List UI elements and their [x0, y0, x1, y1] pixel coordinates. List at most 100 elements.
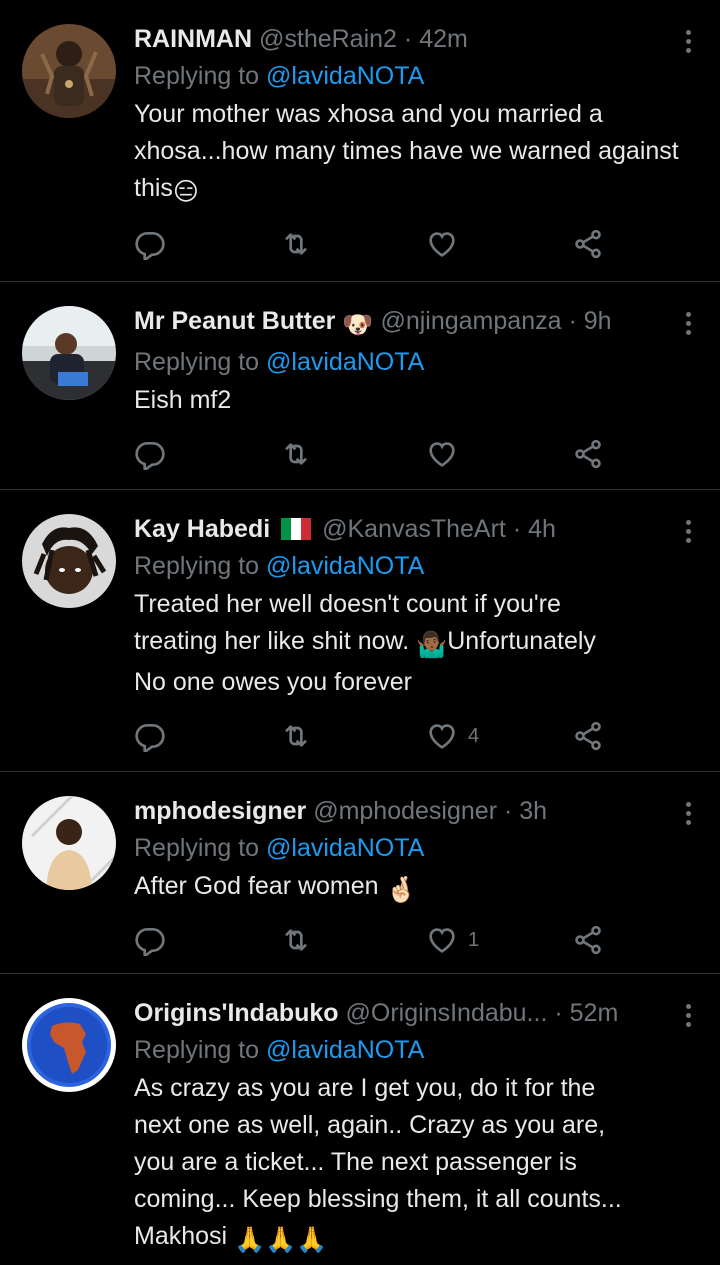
like-count: 1 — [468, 928, 480, 951]
timestamp[interactable]: 9h — [584, 307, 612, 335]
mention-link[interactable]: @lavidaNOTA — [266, 62, 424, 90]
display-name[interactable]: Kay Habedi — [134, 515, 270, 543]
avatar-car-icon — [22, 306, 116, 400]
user-handle[interactable]: @njingampanza — [380, 307, 561, 335]
more-options-icon[interactable] — [684, 312, 692, 336]
more-options-icon[interactable] — [684, 1004, 692, 1028]
timestamp[interactable]: 52m — [570, 999, 619, 1027]
reply-button[interactable] — [134, 434, 166, 474]
mention-link[interactable]: @lavidaNOTA — [266, 348, 424, 376]
italy-flag-icon — [281, 518, 312, 540]
more-options-icon[interactable] — [684, 30, 692, 54]
reply-icon — [134, 720, 166, 752]
display-name[interactable]: Mr Peanut Butter — [134, 307, 335, 335]
share-button[interactable] — [572, 920, 604, 960]
tweet-text: Eish mf2 — [134, 386, 232, 414]
mention-link[interactable]: @lavidaNOTA — [266, 834, 424, 862]
shrug-emoji: 🤷🏾‍♂️ — [416, 631, 448, 659]
tweet-text-line: next one as well, again.. Crazy as you a… — [134, 1111, 606, 1139]
retweet-icon — [280, 720, 312, 752]
timestamp[interactable]: 4h — [528, 515, 556, 543]
heart-icon — [426, 924, 458, 956]
replying-prefix: Replying to — [134, 834, 260, 862]
separator-dot: · — [554, 999, 563, 1027]
reply-icon — [134, 924, 166, 956]
tweet-actions — [134, 434, 614, 474]
heart-icon — [426, 228, 458, 260]
tweet-text: Your mother was xhosa and you married a … — [134, 96, 680, 211]
avatar[interactable] — [22, 998, 116, 1092]
tweet-text-content: Your mother was xhosa and you married a … — [134, 100, 679, 202]
tweet-text-fragment: Makhosi — [134, 1222, 235, 1250]
tweet-text: As crazy as you are I get you, do it for… — [134, 1070, 680, 1259]
tweet-text-line: you are a ticket... The next passenger i… — [134, 1148, 577, 1176]
reply-button[interactable] — [134, 716, 166, 756]
reply-button[interactable] — [134, 224, 166, 264]
avatar[interactable] — [22, 24, 116, 118]
user-handle[interactable]: @stheRain2 — [259, 25, 397, 53]
timestamp[interactable]: 42m — [419, 25, 468, 53]
tweet[interactable]: mphodesigner @mphodesigner · 3h Replying… — [0, 772, 720, 974]
retweet-icon — [280, 924, 312, 956]
tweet-text-line: Treated her well doesn't count if you're — [134, 590, 561, 618]
share-icon — [572, 924, 604, 956]
avatar-costume-icon — [22, 24, 116, 118]
replying-to: Replying to @lavidaNOTA — [134, 344, 680, 380]
tweet-actions — [134, 224, 614, 264]
tweet-text-fragment: Unfortunately — [447, 627, 596, 655]
retweet-button[interactable] — [280, 920, 312, 960]
more-options-icon[interactable] — [684, 520, 692, 544]
display-name[interactable]: mphodesigner — [134, 797, 306, 825]
share-button[interactable] — [572, 224, 604, 264]
tweet[interactable]: RAINMAN @stheRain2 · 42m Replying to @la… — [0, 0, 720, 282]
retweet-icon — [280, 438, 312, 470]
display-name[interactable]: Origins'Indabuko — [134, 999, 339, 1027]
share-icon — [572, 438, 604, 470]
tweet[interactable]: Kay Habedi @KanvasTheArt · 4h Replying t… — [0, 490, 720, 772]
timestamp[interactable]: 3h — [519, 797, 547, 825]
avatar[interactable] — [22, 514, 116, 608]
like-button[interactable] — [426, 224, 458, 264]
share-button[interactable] — [572, 434, 604, 474]
share-button[interactable] — [572, 716, 604, 756]
tweet[interactable]: Mr Peanut Butter 🐶 @njingampanza · 9h Re… — [0, 282, 720, 490]
replying-to: Replying to @lavidaNOTA — [134, 830, 680, 866]
share-icon — [572, 228, 604, 260]
user-handle[interactable]: @KanvasTheArt — [322, 515, 506, 543]
heart-icon — [426, 438, 458, 470]
avatar[interactable] — [22, 306, 116, 400]
avatar[interactable] — [22, 796, 116, 890]
replying-prefix: Replying to — [134, 348, 260, 376]
separator-dot: · — [403, 25, 413, 53]
more-options-icon[interactable] — [684, 802, 692, 826]
retweet-button[interactable] — [280, 434, 312, 474]
tweet-text-line: treating her like shit now. 🤷🏾‍♂️Unfortu… — [134, 623, 680, 664]
tweet-actions: 4 — [134, 716, 614, 756]
like-button[interactable] — [426, 434, 458, 474]
user-handle[interactable]: @OriginsIndabu... — [346, 999, 548, 1027]
retweet-icon — [280, 228, 312, 260]
like-count: 4 — [468, 724, 480, 747]
user-handle[interactable]: @mphodesigner — [313, 797, 497, 825]
separator-dot: · — [512, 515, 522, 543]
reply-icon — [134, 438, 166, 470]
tweet-text: Treated her well doesn't count if you're… — [134, 586, 680, 701]
tweet-text-line: As crazy as you are I get you, do it for… — [134, 1074, 596, 1102]
avatar-portrait-icon — [22, 796, 116, 890]
mention-link[interactable]: @lavidaNOTA — [266, 552, 424, 580]
retweet-button[interactable] — [280, 716, 312, 756]
dog-emoji: 🐶 — [342, 311, 374, 339]
like-button[interactable]: 1 — [426, 920, 479, 960]
tweet-actions: 1 — [134, 920, 614, 960]
like-button[interactable]: 4 — [426, 716, 479, 756]
tweet-text-fragment: treating her like shit now. — [134, 627, 417, 655]
tweet[interactable]: Origins'Indabuko @OriginsIndabu... · 52m… — [0, 974, 720, 1265]
expressionless-emoji: 😑 — [172, 178, 199, 206]
display-name[interactable]: RAINMAN — [134, 25, 252, 53]
reply-icon — [134, 228, 166, 260]
replying-prefix: Replying to — [134, 1036, 260, 1064]
tweet-text: After God fear women 🤞🏻 — [134, 868, 680, 909]
mention-link[interactable]: @lavidaNOTA — [266, 1036, 424, 1064]
reply-button[interactable] — [134, 920, 166, 960]
retweet-button[interactable] — [280, 224, 312, 264]
